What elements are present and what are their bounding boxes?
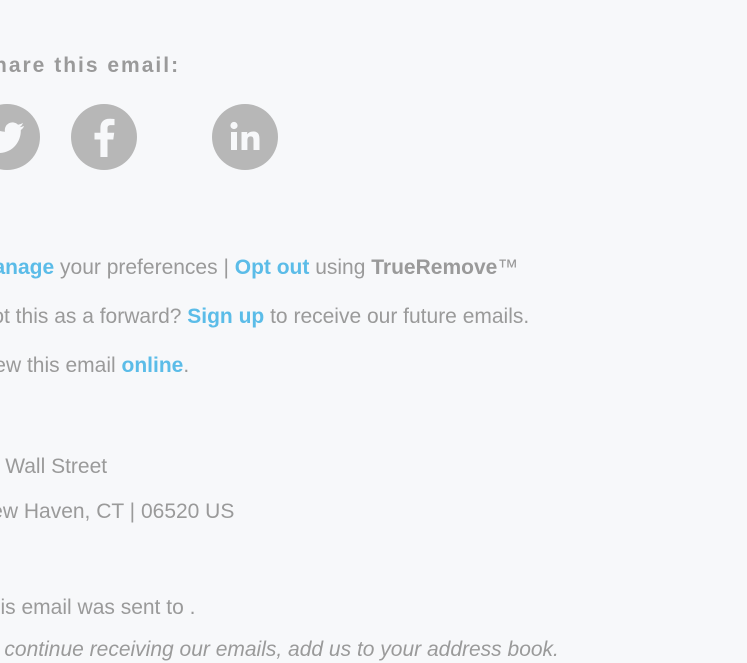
manage-rest-text: your preferences | <box>54 256 235 279</box>
forward-post-text: to receive our future emails. <box>264 305 530 328</box>
forward-pre-text: Got this as a forward? <box>0 305 182 328</box>
linkedin-icon <box>230 121 260 150</box>
linkedin-share-link[interactable] <box>212 104 278 170</box>
preferences-line: Manage your preferences | Opt out using … <box>0 256 518 280</box>
sent-to-notice: This email was sent to . <box>0 596 196 619</box>
manage-preferences-link[interactable]: Manage <box>0 256 54 279</box>
twitter-icon <box>0 122 24 153</box>
forward-line: Got this as a forward? Sign up to receiv… <box>0 305 529 329</box>
facebook-share-link[interactable] <box>71 104 137 170</box>
opt-out-link[interactable]: Opt out <box>235 256 310 279</box>
view-online-link[interactable]: online <box>122 354 184 377</box>
email-footer: Share this email: Manage your preference… <box>0 0 747 663</box>
facebook-icon <box>94 118 115 157</box>
view-post-text: . <box>183 354 190 377</box>
address-book-notice: To continue receiving our emails, add us… <box>0 638 559 661</box>
social-links <box>0 104 300 194</box>
view-online-line: View this email online. <box>0 354 189 378</box>
view-pre-text: View this email <box>0 354 116 377</box>
optout-rest-text: using <box>309 256 372 279</box>
share-title: Share this email: <box>0 54 181 77</box>
address-line-2: New Haven, CT | 06520 US <box>0 500 235 523</box>
twitter-share-link[interactable] <box>0 104 40 170</box>
sign-up-link[interactable]: Sign up <box>187 305 264 328</box>
brand-name: TrueRemove <box>371 256 498 279</box>
address-line-1: 17 Wall Street <box>0 455 108 478</box>
trademark-symbol: ™ <box>497 256 519 279</box>
